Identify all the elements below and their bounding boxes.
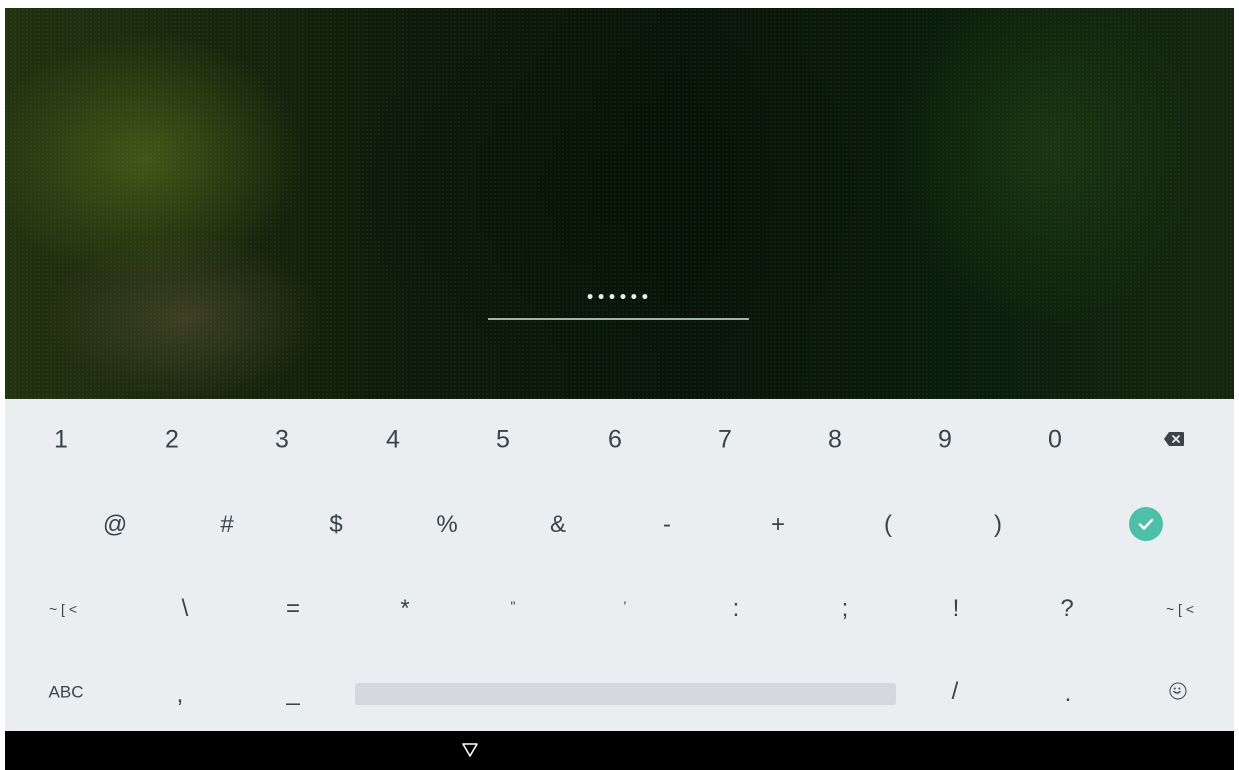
lockscreen-wallpaper <box>5 8 1234 399</box>
key-4[interactable]: 4 <box>386 427 400 453</box>
key-minus[interactable]: - <box>663 513 671 537</box>
key-percent[interactable]: % <box>436 513 457 537</box>
navigation-bar <box>5 731 1234 770</box>
key-underscore[interactable]: _ <box>286 681 299 705</box>
pin-dots: •••••• <box>585 290 652 306</box>
key-more-symbols-right[interactable]: ~ [ < <box>1166 602 1194 616</box>
key-comma[interactable]: , <box>177 683 184 707</box>
symbol-row-1: @ # $ % & - + ( ) <box>5 479 1234 562</box>
key-3[interactable]: 3 <box>275 427 289 453</box>
key-ampersand[interactable]: & <box>550 513 566 537</box>
key-semicolon[interactable]: ; <box>842 597 849 621</box>
key-single-quote[interactable]: ' <box>624 599 627 613</box>
key-5[interactable]: 5 <box>496 427 510 453</box>
key-double-quote[interactable]: " <box>511 599 516 613</box>
backspace-icon[interactable] <box>1163 431 1185 447</box>
enter-check-icon[interactable] <box>1129 507 1163 541</box>
space-bar[interactable] <box>355 683 896 705</box>
key-period[interactable]: . <box>1065 682 1072 706</box>
key-dollar[interactable]: $ <box>329 513 342 537</box>
key-at[interactable]: @ <box>103 513 127 537</box>
key-0[interactable]: 0 <box>1048 427 1062 453</box>
number-row: 1 2 3 4 5 6 7 8 9 0 <box>5 399 1234 479</box>
key-question[interactable]: ? <box>1060 597 1073 621</box>
pin-input-field[interactable]: •••••• <box>488 290 749 320</box>
key-backslash[interactable]: \ <box>182 597 189 621</box>
key-slash[interactable]: / <box>952 680 959 704</box>
emoji-icon[interactable] <box>1169 682 1187 700</box>
key-colon[interactable]: : <box>733 597 740 621</box>
key-close-paren[interactable]: ) <box>994 513 1002 537</box>
key-exclamation[interactable]: ! <box>953 597 960 621</box>
key-8[interactable]: 8 <box>828 427 842 453</box>
key-asterisk[interactable]: * <box>400 597 409 621</box>
key-hash[interactable]: # <box>220 513 233 537</box>
key-7[interactable]: 7 <box>718 427 732 453</box>
key-plus[interactable]: + <box>771 513 785 537</box>
key-open-paren[interactable]: ( <box>884 513 892 537</box>
key-1[interactable]: 1 <box>54 427 68 453</box>
key-9[interactable]: 9 <box>938 427 952 453</box>
on-screen-keyboard: 1 2 3 4 5 6 7 8 9 0 @ # $ % & - + ( ) ~ … <box>5 399 1234 731</box>
key-equals[interactable]: = <box>286 597 300 621</box>
triangle-down-icon[interactable] <box>461 742 479 758</box>
symbol-row-2: ~ [ < \ = * " ' : ; ! ? ~ [ < <box>5 562 1234 647</box>
key-6[interactable]: 6 <box>608 427 622 453</box>
key-more-symbols-left[interactable]: ~ [ < <box>49 602 77 616</box>
abc-switch-key[interactable]: ABC <box>49 684 84 701</box>
key-2[interactable]: 2 <box>165 427 179 453</box>
